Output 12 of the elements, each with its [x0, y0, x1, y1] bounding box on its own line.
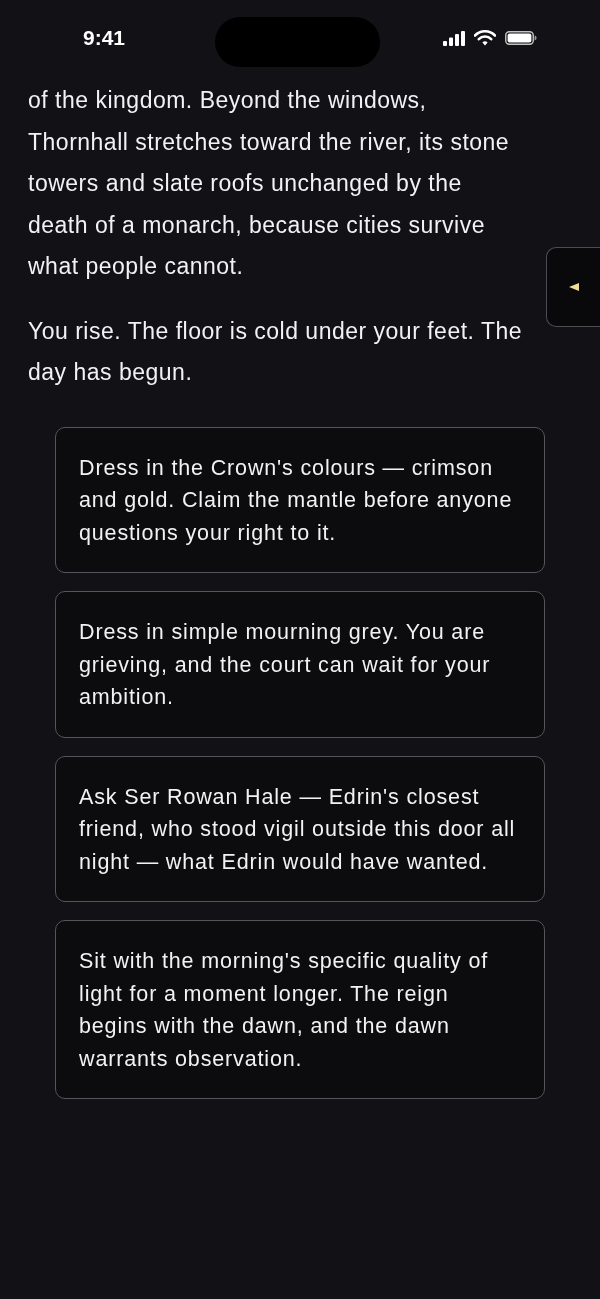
choice-button[interactable]: Sit with the morning's specific quality of light for a moment longer. The reign begins with the dawn, and the dawn warrants observation.: [55, 920, 545, 1099]
choice-button[interactable]: Dress in the Crown's colours — crimson and gold. Claim the mantle before anyone questions your right to it.: [55, 426, 545, 573]
choice-button[interactable]: Ask Ser Rowan Hale — Edrin's closest friend, who stood vigil outside this door all night — what Edrin would have wanted.: [55, 755, 545, 902]
story-paragraph: You rise. The floor is cold under your feet. The day has begun.: [28, 316, 524, 387]
choice-button[interactable]: Dress in simple mourning grey. You are grieving, and the court can wait for your ambition.: [55, 591, 545, 738]
battery-icon: [505, 31, 537, 45]
left-triangle-icon: [568, 283, 579, 291]
signal-icon: [443, 30, 465, 46]
wifi-icon: [474, 30, 496, 46]
status-time: 9:41: [83, 26, 125, 50]
side-panel-tab[interactable]: [546, 247, 600, 327]
story-paragraph: of the kingdom. Beyond the windows, Thornhall stretches toward the river, its stone towers and slate roofs unchanged by the death of a monarch, because cities survive what people cannot.: [28, 86, 511, 281]
